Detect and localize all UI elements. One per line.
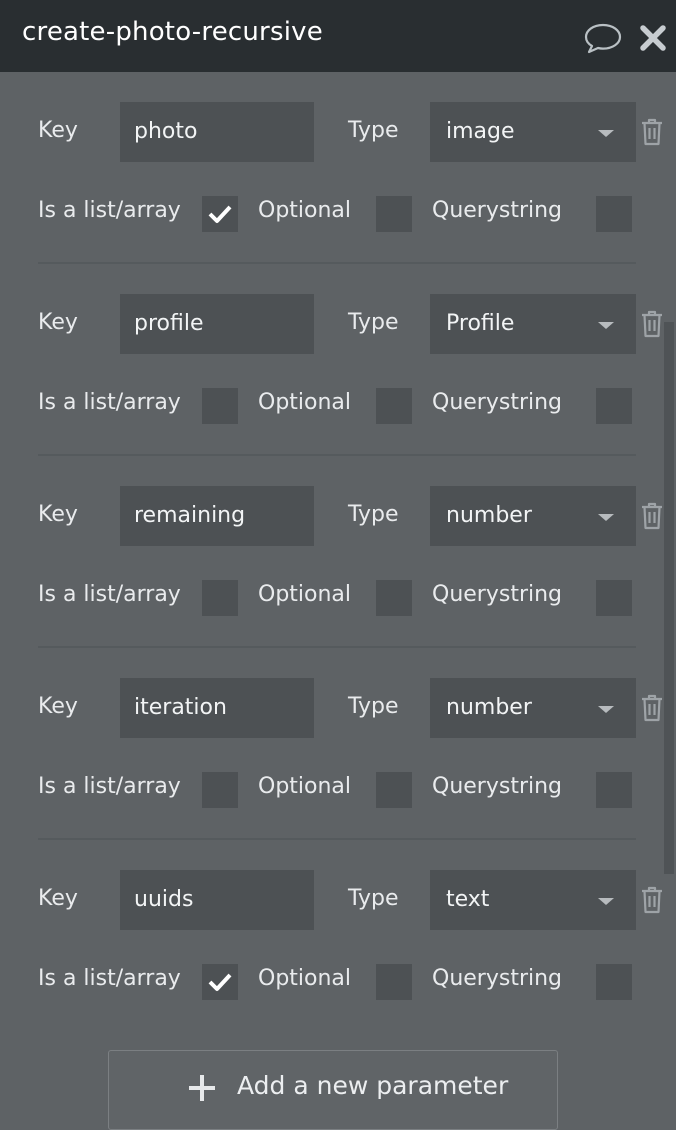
type-value: number (446, 503, 532, 528)
key-input[interactable]: iteration (120, 678, 314, 738)
parameter-row: Key iteration Type number Is a list/arra… (0, 576, 676, 840)
chevron-down-icon (598, 706, 614, 713)
chevron-down-icon (598, 898, 614, 905)
querystring-checkbox[interactable] (596, 964, 632, 1000)
is-list-checkbox[interactable] (202, 964, 238, 1000)
type-value: text (446, 887, 490, 912)
key-label: Key (38, 118, 78, 143)
type-value: image (446, 119, 515, 144)
chevron-down-icon (598, 322, 614, 329)
type-label: Type (348, 502, 399, 527)
querystring-label: Querystring (432, 966, 563, 991)
optional-label: Optional (258, 966, 352, 991)
chevron-down-icon (598, 514, 614, 521)
key-label: Key (38, 310, 78, 335)
add-parameter-button[interactable]: Add a new parameter (108, 1050, 558, 1130)
type-label: Type (348, 118, 399, 143)
type-value: number (446, 695, 532, 720)
key-label: Key (38, 694, 78, 719)
type-dropdown[interactable]: text (430, 870, 636, 930)
trash-icon[interactable] (640, 310, 664, 338)
checkmark-icon (208, 973, 232, 991)
trash-icon[interactable] (640, 118, 664, 146)
type-label: Type (348, 694, 399, 719)
type-label: Type (348, 886, 399, 911)
plus-icon (189, 1075, 215, 1101)
key-input[interactable]: photo (120, 102, 314, 162)
type-label: Type (348, 310, 399, 335)
parameter-row: Key remaining Type number Is a list/arra… (0, 384, 676, 648)
chevron-down-icon (598, 130, 614, 137)
parameter-row: Key profile Type Profile Is a list/array… (0, 192, 676, 456)
is-list-label: Is a list/array (38, 966, 181, 991)
key-input[interactable]: remaining (120, 486, 314, 546)
type-dropdown[interactable]: number (430, 486, 636, 546)
key-input[interactable]: uuids (120, 870, 314, 930)
type-dropdown[interactable]: Profile (430, 294, 636, 354)
type-value: Profile (446, 311, 515, 336)
optional-checkbox[interactable] (376, 964, 412, 1000)
key-label: Key (38, 502, 78, 527)
trash-icon[interactable] (640, 694, 664, 722)
parameter-row: Key photo Type image Is a list/array Opt… (0, 0, 676, 264)
trash-icon[interactable] (640, 886, 664, 914)
parameter-row: Key uuids Type text Is a list/array Opti… (0, 768, 676, 1000)
add-parameter-label: Add a new parameter (237, 1071, 509, 1100)
trash-icon[interactable] (640, 502, 664, 530)
key-input[interactable]: profile (120, 294, 314, 354)
type-dropdown[interactable]: image (430, 102, 636, 162)
type-dropdown[interactable]: number (430, 678, 636, 738)
key-label: Key (38, 886, 78, 911)
